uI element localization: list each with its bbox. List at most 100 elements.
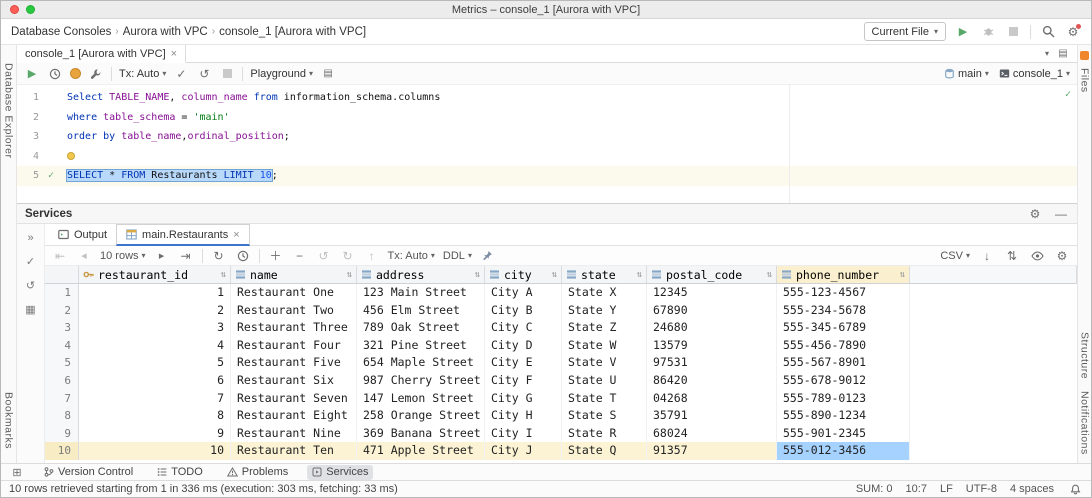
table-cell[interactable]: 97531 bbox=[647, 354, 777, 372]
editor-line[interactable]: 1 Select TABLE_NAME, column_name from inf… bbox=[17, 88, 1077, 108]
table-cell[interactable]: 147 Lemon Street bbox=[357, 389, 485, 408]
table-cell[interactable]: City H bbox=[485, 407, 562, 425]
console-settings-wrench-icon[interactable] bbox=[88, 66, 104, 82]
table-cell[interactable]: 258 Orange Street bbox=[357, 407, 485, 425]
table-cell[interactable]: 1 bbox=[79, 284, 231, 302]
table-row[interactable]: 4 4 Restaurant Four 321 Pine Street City D St… bbox=[45, 336, 1077, 355]
table-cell[interactable]: State Y bbox=[562, 301, 647, 320]
table-cell[interactable]: City A bbox=[485, 284, 562, 302]
query-history-icon[interactable] bbox=[47, 66, 63, 82]
editor-line[interactable]: 4 bbox=[17, 147, 1077, 167]
table-cell[interactable]: State T bbox=[562, 389, 647, 408]
page-size-select[interactable]: 10 rows ▾ bbox=[100, 250, 146, 262]
table-cell[interactable]: 555-456-7890 bbox=[777, 336, 910, 355]
row-number[interactable]: 1 bbox=[45, 284, 79, 302]
toolwindow-button-version-control[interactable]: Version Control bbox=[39, 465, 138, 480]
run-button[interactable]: ▶ bbox=[955, 24, 971, 40]
tab-output[interactable]: Output bbox=[49, 224, 116, 245]
table-cell[interactable]: 471 Apple Street bbox=[357, 442, 485, 460]
row-number[interactable]: 3 bbox=[45, 319, 79, 337]
status-encoding[interactable]: UTF-8 bbox=[966, 483, 997, 495]
table-cell[interactable]: 321 Pine Street bbox=[357, 336, 485, 355]
sort-icon[interactable]: ⇅ bbox=[221, 266, 226, 283]
row-number[interactable]: 9 bbox=[45, 424, 79, 443]
status-indent[interactable]: 4 spaces bbox=[1010, 483, 1054, 495]
table-cell[interactable]: State Q bbox=[562, 442, 647, 460]
row-number[interactable]: 7 bbox=[45, 389, 79, 408]
grid-settings-gear-icon[interactable]: ⚙ bbox=[1054, 248, 1070, 264]
services-panel-header[interactable]: Services ⚙ — bbox=[17, 204, 1077, 224]
table-cell[interactable]: City G bbox=[485, 389, 562, 408]
add-row-icon[interactable]: ＋ bbox=[268, 248, 284, 264]
sort-icon[interactable]: ⇅ bbox=[475, 266, 480, 283]
table-cell[interactable]: Restaurant Five bbox=[231, 354, 357, 372]
table-cell[interactable]: 7 bbox=[79, 389, 231, 408]
toolwindow-button-notifications[interactable]: Notifications bbox=[1079, 391, 1091, 455]
grid-rollback-icon[interactable]: ↺ bbox=[26, 279, 35, 292]
table-cell[interactable]: Restaurant Ten bbox=[231, 442, 357, 460]
breadcrumb-database-consoles[interactable]: Database Consoles bbox=[11, 26, 111, 38]
table-row[interactable]: 1 1 Restaurant One 123 Main Street City A Sta… bbox=[45, 284, 1077, 302]
table-cell[interactable]: 35791 bbox=[647, 407, 777, 425]
table-cell[interactable]: City D bbox=[485, 336, 562, 355]
table-cell[interactable]: Restaurant Six bbox=[231, 371, 357, 390]
split-editor-icon[interactable]: ▤ bbox=[1055, 46, 1071, 62]
ddl-button[interactable]: DDL ▾ bbox=[443, 250, 472, 262]
close-tab-icon[interactable]: × bbox=[171, 48, 177, 60]
table-cell[interactable]: 555-123-4567 bbox=[777, 284, 910, 302]
table-cell[interactable]: State W bbox=[562, 336, 647, 355]
last-page-icon[interactable]: ⇥ bbox=[178, 248, 194, 264]
schema-select[interactable]: main ▾ bbox=[944, 68, 989, 80]
sort-icon[interactable]: ⇅ bbox=[347, 266, 352, 283]
inspection-ok-icon[interactable]: ✓ bbox=[1065, 89, 1071, 100]
settings-icon[interactable]: ⚙ bbox=[1065, 23, 1081, 40]
row-number[interactable]: 5 bbox=[45, 354, 79, 372]
import-data-icon[interactable]: ⇅ bbox=[1004, 248, 1020, 264]
expand-all-icon[interactable]: » bbox=[27, 232, 33, 244]
table-cell[interactable]: 91357 bbox=[647, 442, 777, 460]
status-line-ending[interactable]: LF bbox=[940, 483, 953, 495]
table-cell[interactable]: Restaurant Four bbox=[231, 336, 357, 355]
sql-editor[interactable]: ✓ 1 Select TABLE_NAME, column_name from i… bbox=[17, 85, 1077, 203]
grid-tx-mode-select[interactable]: Tx: Auto ▾ bbox=[388, 250, 435, 262]
first-page-icon[interactable]: ⇤ bbox=[52, 248, 68, 264]
table-cell[interactable]: 555-901-2345 bbox=[777, 424, 910, 443]
table-cell[interactable]: 3 bbox=[79, 319, 231, 337]
table-cell[interactable]: State U bbox=[562, 371, 647, 390]
toolwindow-button-database-explorer[interactable]: Database Explorer bbox=[3, 63, 15, 158]
table-cell[interactable]: 555-678-9012 bbox=[777, 371, 910, 390]
export-format-select[interactable]: CSV ▾ bbox=[940, 250, 970, 262]
previous-page-icon[interactable]: ◀ bbox=[76, 248, 92, 264]
datasource-color-icon[interactable] bbox=[70, 68, 81, 79]
table-cell[interactable]: City I bbox=[485, 424, 562, 443]
output-layout-icon[interactable]: ▤ bbox=[320, 66, 336, 82]
reload-page-icon[interactable]: ↻ bbox=[211, 248, 227, 264]
table-cell[interactable]: 456 Elm Street bbox=[357, 301, 485, 320]
editor-line[interactable]: 3 order by table_name,ordinal_position; bbox=[17, 127, 1077, 147]
row-number-header[interactable] bbox=[45, 266, 79, 284]
table-row[interactable]: 6 6 Restaurant Six 987 Cherry Street City FS… bbox=[45, 371, 1077, 390]
table-cell[interactable]: Restaurant Eight bbox=[231, 407, 357, 425]
sort-icon[interactable]: ⇅ bbox=[637, 266, 642, 283]
editor-line[interactable]: 5 ✓ SELECT * FROM Restaurants LIMIT 10; bbox=[17, 166, 1077, 186]
status-caret-position[interactable]: 10:7 bbox=[906, 483, 927, 495]
table-cell[interactable]: Restaurant Nine bbox=[231, 424, 357, 443]
stop-button[interactable] bbox=[1005, 24, 1021, 40]
table-cell[interactable]: 123 Main Street bbox=[357, 284, 485, 302]
row-number[interactable]: 4 bbox=[45, 336, 79, 355]
table-cell[interactable]: 67890 bbox=[647, 301, 777, 320]
table-cell[interactable]: 555-567-8901 bbox=[777, 354, 910, 372]
table-cell[interactable]: 4 bbox=[79, 336, 231, 355]
commit-icon[interactable]: ✓ bbox=[173, 66, 189, 82]
table-cell[interactable]: 6 bbox=[79, 371, 231, 390]
editor-tab-console[interactable]: console_1 [Aurora with VPC] × bbox=[17, 45, 187, 63]
table-cell[interactable]: State R bbox=[562, 424, 647, 443]
table-cell[interactable]: Restaurant One bbox=[231, 284, 357, 302]
submit-changes-icon[interactable]: ↑ bbox=[364, 248, 380, 264]
close-window-button[interactable] bbox=[10, 5, 19, 14]
table-cell[interactable]: 987 Cherry Street bbox=[357, 371, 485, 390]
table-cell[interactable]: City F bbox=[485, 371, 562, 390]
auto-refresh-icon[interactable] bbox=[235, 248, 251, 264]
column-header-name[interactable]: name ⇅ bbox=[231, 266, 357, 284]
breadcrumb-console[interactable]: console_1 [Aurora with VPC] bbox=[219, 26, 366, 38]
